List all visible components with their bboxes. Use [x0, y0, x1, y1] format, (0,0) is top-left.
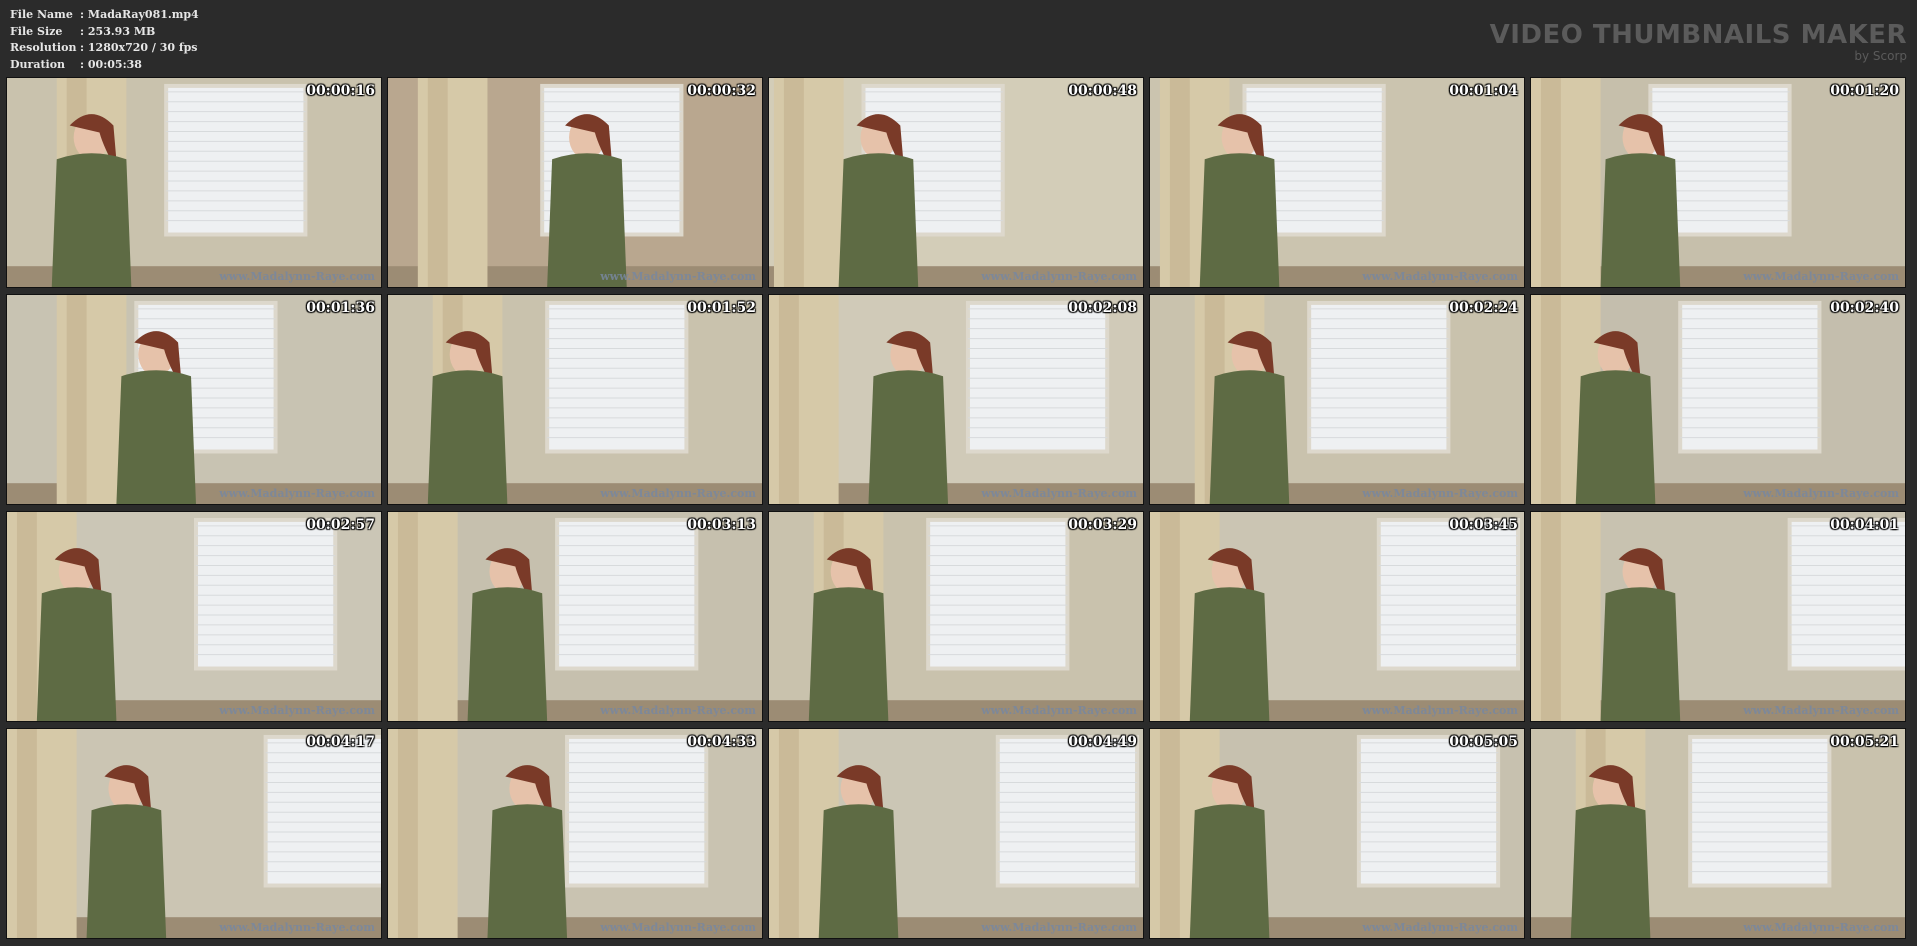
- thumbnail-timestamp: 00:03:45: [1449, 517, 1518, 533]
- thumbnail-image: [1531, 729, 1905, 938]
- thumbnail-image: [1531, 295, 1905, 504]
- thumbnail-timestamp: 00:04:33: [687, 734, 756, 750]
- thumbnail-watermark: www.Madalynn-Raye.com: [1743, 704, 1899, 717]
- thumbnail-image: [1531, 512, 1905, 721]
- thumbnail-image: [388, 729, 762, 938]
- thumbnail-image: [7, 729, 381, 938]
- thumbnail-tile[interactable]: 00:04:17 www.Madalynn-Raye.com: [6, 728, 382, 939]
- brand-logo: VIDEO THUMBNAILS MAKER by Scorp: [1490, 20, 1907, 62]
- thumbnail-watermark: www.Madalynn-Raye.com: [981, 704, 1137, 717]
- thumbnail-image: [1150, 512, 1524, 721]
- brand-title: VIDEO THUMBNAILS MAKER: [1489, 20, 1907, 50]
- thumbnail-timestamp: 00:02:40: [1830, 300, 1899, 316]
- thumbnail-timestamp: 00:04:01: [1830, 517, 1899, 533]
- thumbnail-timestamp: 00:01:52: [687, 300, 756, 316]
- brand-byline: by Scorp: [1854, 49, 1907, 63]
- thumbnail-timestamp: 00:02:24: [1449, 300, 1518, 316]
- thumbnail-tile[interactable]: 00:02:24 www.Madalynn-Raye.com: [1149, 294, 1525, 505]
- thumbnail-watermark: www.Madalynn-Raye.com: [600, 704, 756, 717]
- thumbnail-timestamp: 00:05:05: [1449, 734, 1518, 750]
- thumbnail-image: [769, 78, 1143, 287]
- file-name-row: File Name : MadaRay081.mp4: [10, 7, 199, 24]
- thumbnail-tile[interactable]: 00:05:05 www.Madalynn-Raye.com: [1149, 728, 1525, 939]
- thumbnail-timestamp: 00:03:13: [687, 517, 756, 533]
- thumbnail-tile[interactable]: 00:01:20 www.Madalynn-Raye.com: [1530, 77, 1906, 288]
- thumbnail-timestamp: 00:04:17: [306, 734, 375, 750]
- thumbnail-image: [769, 729, 1143, 938]
- thumbnail-tile[interactable]: 00:03:29 www.Madalynn-Raye.com: [768, 511, 1144, 722]
- thumbnail-tile[interactable]: 00:02:57 www.Madalynn-Raye.com: [6, 511, 382, 722]
- thumbnail-timestamp: 00:00:48: [1068, 83, 1137, 99]
- file-name-value: : MadaRay081.mp4: [80, 8, 199, 21]
- thumbnail-tile[interactable]: 00:00:32 www.Madalynn-Raye.com: [387, 77, 763, 288]
- thumbnail-image: [7, 78, 381, 287]
- file-size-row: File Size : 253.93 MB: [10, 24, 199, 41]
- thumbnail-image: [388, 295, 762, 504]
- thumbnail-timestamp: 00:02:08: [1068, 300, 1137, 316]
- thumbnail-image: [1150, 78, 1524, 287]
- thumbnail-tile[interactable]: 00:04:01 www.Madalynn-Raye.com: [1530, 511, 1906, 722]
- duration-label: Duration: [10, 57, 66, 71]
- thumbnail-timestamp: 00:03:29: [1068, 517, 1137, 533]
- thumbnail-watermark: www.Madalynn-Raye.com: [981, 270, 1137, 283]
- thumbnail-watermark: www.Madalynn-Raye.com: [219, 487, 375, 500]
- thumbnail-watermark: www.Madalynn-Raye.com: [1362, 704, 1518, 717]
- thumbnail-watermark: www.Madalynn-Raye.com: [600, 487, 756, 500]
- thumbnail-watermark: www.Madalynn-Raye.com: [219, 704, 375, 717]
- thumbnail-tile[interactable]: 00:01:36 www.Madalynn-Raye.com: [6, 294, 382, 505]
- thumbnail-tile[interactable]: 00:04:33 www.Madalynn-Raye.com: [387, 728, 763, 939]
- file-size-value: : 253.93 MB: [80, 24, 156, 38]
- thumbnail-timestamp: 00:05:21: [1830, 734, 1899, 750]
- thumbnail-timestamp: 00:01:04: [1449, 83, 1518, 99]
- thumbnail-watermark: www.Madalynn-Raye.com: [1743, 921, 1899, 934]
- thumbnail-image: [769, 295, 1143, 504]
- thumbnail-watermark: www.Madalynn-Raye.com: [219, 921, 375, 934]
- file-name-label: File Name: [10, 8, 73, 21]
- thumbnail-tile[interactable]: 00:02:08 www.Madalynn-Raye.com: [768, 294, 1144, 505]
- thumbnail-watermark: www.Madalynn-Raye.com: [1362, 270, 1518, 283]
- thumbnail-tile[interactable]: 00:05:21 www.Madalynn-Raye.com: [1530, 728, 1906, 939]
- thumbnail-watermark: www.Madalynn-Raye.com: [219, 270, 375, 283]
- thumbnail-timestamp: 00:01:20: [1830, 83, 1899, 99]
- thumbnail-grid: 00:00:16 www.Madalynn-Raye.com 00:00:32 ww…: [6, 77, 1906, 939]
- thumbnail-timestamp: 00:04:49: [1068, 734, 1137, 750]
- duration-value: : 00:05:38: [80, 57, 142, 71]
- resolution-value: : 1280x720 / 30 fps: [80, 41, 198, 54]
- thumbnail-image: [769, 512, 1143, 721]
- thumbnail-tile[interactable]: 00:01:04 www.Madalynn-Raye.com: [1149, 77, 1525, 288]
- thumbnail-tile[interactable]: 00:04:49 www.Madalynn-Raye.com: [768, 728, 1144, 939]
- thumbnail-image: [1531, 78, 1905, 287]
- thumbnail-watermark: www.Madalynn-Raye.com: [600, 270, 756, 283]
- thumbnail-tile[interactable]: 00:02:40 www.Madalynn-Raye.com: [1530, 294, 1906, 505]
- thumbnail-timestamp: 00:02:57: [306, 517, 375, 533]
- thumbnail-image: [388, 78, 762, 287]
- thumbnail-tile[interactable]: 00:03:45 www.Madalynn-Raye.com: [1149, 511, 1525, 722]
- thumbnail-image: [7, 512, 381, 721]
- file-info-panel: File Name : MadaRay081.mp4 File Size : 2…: [10, 7, 199, 73]
- file-size-label: File Size: [10, 24, 63, 38]
- thumbnail-watermark: www.Madalynn-Raye.com: [1362, 487, 1518, 500]
- thumbnail-timestamp: 00:01:36: [306, 300, 375, 316]
- sheet-header: File Name : MadaRay081.mp4 File Size : 2…: [0, 0, 1917, 76]
- thumbnail-image: [1150, 729, 1524, 938]
- thumbnail-watermark: www.Madalynn-Raye.com: [600, 921, 756, 934]
- thumbnail-tile[interactable]: 00:00:16 www.Madalynn-Raye.com: [6, 77, 382, 288]
- thumbnail-watermark: www.Madalynn-Raye.com: [981, 487, 1137, 500]
- thumbnail-image: [7, 295, 381, 504]
- thumbnail-timestamp: 00:00:16: [306, 83, 375, 99]
- duration-row: Duration : 00:05:38: [10, 57, 199, 74]
- thumbnail-image: [388, 512, 762, 721]
- resolution-label: Resolution: [10, 41, 77, 54]
- resolution-row: Resolution : 1280x720 / 30 fps: [10, 40, 199, 57]
- thumbnail-watermark: www.Madalynn-Raye.com: [981, 921, 1137, 934]
- thumbnail-watermark: www.Madalynn-Raye.com: [1743, 487, 1899, 500]
- thumbnail-timestamp: 00:00:32: [687, 83, 756, 99]
- thumbnail-tile[interactable]: 00:03:13 www.Madalynn-Raye.com: [387, 511, 763, 722]
- thumbnail-tile[interactable]: 00:00:48 www.Madalynn-Raye.com: [768, 77, 1144, 288]
- thumbnail-watermark: www.Madalynn-Raye.com: [1362, 921, 1518, 934]
- thumbnail-image: [1150, 295, 1524, 504]
- thumbnail-watermark: www.Madalynn-Raye.com: [1743, 270, 1899, 283]
- thumbnail-tile[interactable]: 00:01:52 www.Madalynn-Raye.com: [387, 294, 763, 505]
